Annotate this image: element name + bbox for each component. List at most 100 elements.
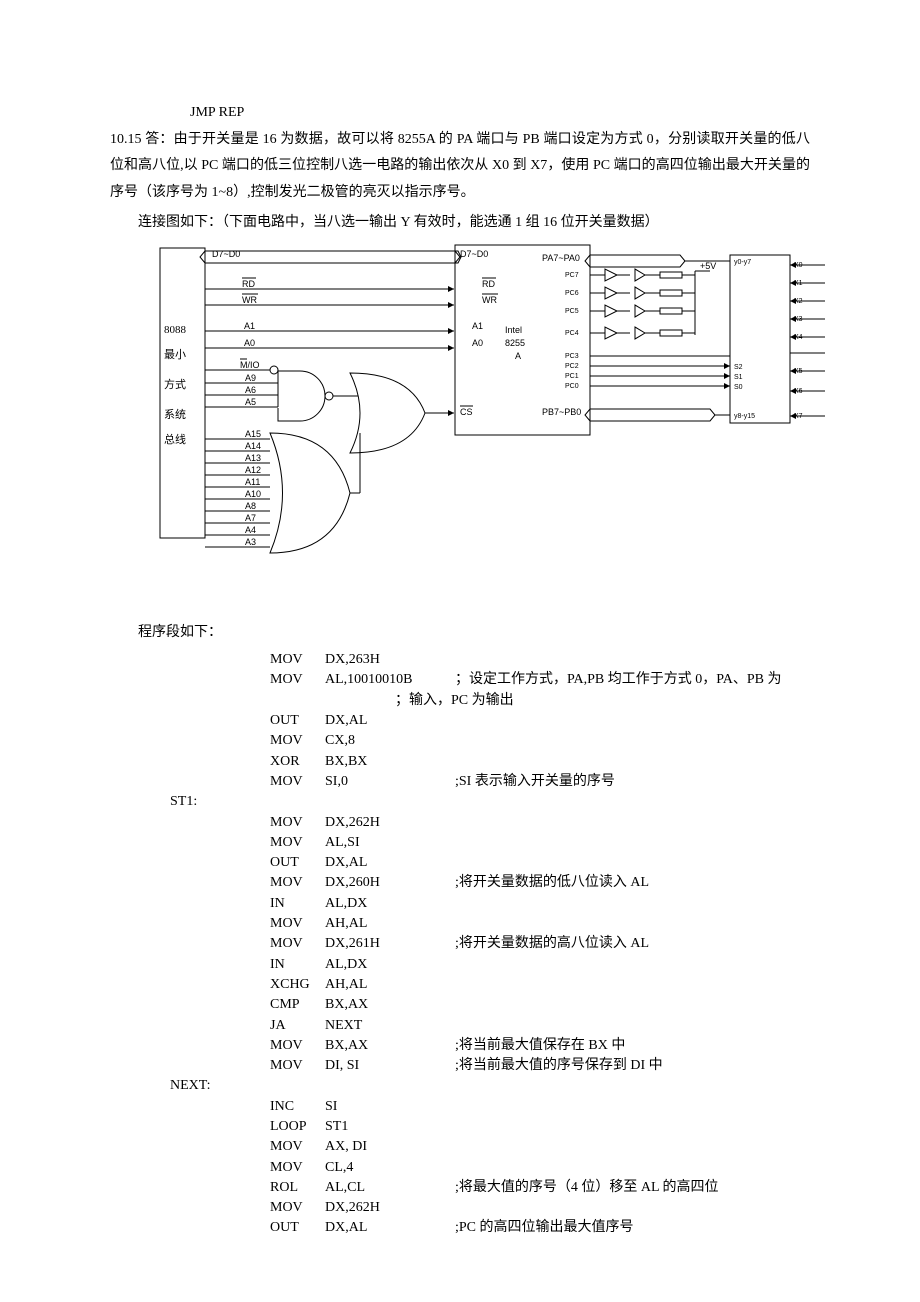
svg-text:A3: A3 [245, 537, 256, 547]
code-label: ST1: [170, 792, 230, 812]
code-comment [455, 1158, 810, 1178]
code-arg: AX, DI [325, 1137, 455, 1157]
code-comment: ;将最大值的序号（4 位）移至 AL 的高四位 [455, 1178, 810, 1198]
code-op: MOV [270, 1036, 325, 1056]
code-arg: AL,DX [325, 955, 455, 975]
code-line: ；输入，PC 为输出 [110, 691, 810, 711]
code-op: MOV [270, 914, 325, 934]
svg-text:A13: A13 [245, 453, 261, 463]
code-arg: NEXT [325, 1016, 455, 1036]
code-line: INC SI [110, 1097, 810, 1117]
code-op: OUT [270, 711, 325, 731]
code-label [110, 934, 170, 954]
code-line: CMPBX,AX [110, 995, 810, 1015]
code-comment [455, 731, 810, 751]
code-comment [455, 894, 810, 914]
code-label [110, 1198, 170, 1218]
code-op: MOV [270, 1198, 325, 1218]
code-line: IN AL,DX [110, 955, 810, 975]
svg-text:A10: A10 [245, 489, 261, 499]
label-a0-right: A0 [472, 338, 483, 348]
code-arg: DX,263H [325, 650, 455, 670]
code-op: JA [270, 1016, 325, 1036]
paragraph-answer: 10.15 答：由于开关量是 16 为数据，故可以将 8255A 的 PA 端口… [110, 127, 810, 207]
code-label [110, 1158, 170, 1178]
code-op: OUT [270, 853, 325, 873]
svg-text:S1: S1 [734, 374, 743, 381]
code-label [110, 752, 170, 772]
code-line: MOV DX,262H [110, 1198, 810, 1218]
code-label [110, 833, 170, 853]
label-rd-right: RD [482, 279, 495, 289]
code-arg: SI [325, 1097, 455, 1117]
code-arg: CX,8 [325, 731, 455, 751]
label-pb: PB7~PB0 [542, 407, 581, 417]
code-label [110, 1218, 170, 1238]
code-arg: BX,AX [325, 995, 455, 1015]
code-comment: ;将当前最大值保存在 BX 中 [455, 1036, 810, 1056]
code-comment [455, 1117, 810, 1137]
addr-group-low: A15 A14 A13 A12 A11 A10 A8 A7 A4 A3 [245, 429, 261, 547]
code-op: OUT [270, 1218, 325, 1238]
label-mode: 方式 [164, 377, 186, 391]
code-op: IN [270, 894, 325, 914]
code-label [110, 1056, 170, 1076]
svg-text:A14: A14 [245, 441, 261, 451]
code-arg: DX,262H [325, 1198, 455, 1218]
code-op: INC [270, 1097, 325, 1117]
label-wr-right: WR [482, 295, 497, 305]
code-label [110, 914, 170, 934]
svg-text:A8: A8 [245, 501, 256, 511]
code-op: MOV [270, 934, 325, 954]
code-line: MOVSI,0;SI 表示输入开关量的序号 [110, 772, 810, 792]
code-label [110, 995, 170, 1015]
label-cs: CS [460, 407, 473, 417]
code-label [110, 1036, 170, 1056]
label-chip-2: 8255 [505, 338, 525, 348]
code-comment [455, 853, 810, 873]
code-op: MOV [270, 731, 325, 751]
paragraph-diagram-intro: 连接图如下：（下面电路中，当八选一输出 Y 有效时，能选通 1 组 16 位开关… [110, 210, 810, 237]
svg-text:A15: A15 [245, 429, 261, 439]
label-a6: A6 [245, 385, 256, 395]
code-comment: ;将开关量数据的低八位读入 AL [455, 873, 810, 893]
code-comment: ;SI 表示输入开关量的序号 [455, 772, 810, 792]
label-a5: A5 [245, 397, 256, 407]
code-op: XOR [270, 752, 325, 772]
label-wr-left: WR [242, 295, 257, 305]
code-line: XORBX,BX [110, 752, 810, 772]
code-line: MOVDX,262H [110, 813, 810, 833]
svg-text:PC4: PC4 [565, 330, 579, 337]
svg-text:PC6: PC6 [565, 290, 579, 297]
code-line: OUTDX,AL [110, 853, 810, 873]
code-comment [455, 752, 810, 772]
label-a1-right: A1 [472, 321, 483, 331]
svg-text:PC3: PC3 [565, 353, 579, 360]
code-label [110, 1097, 170, 1117]
code-op: MOV [270, 670, 325, 690]
code-arg: BX,AX [325, 1036, 455, 1056]
code-op: MOV [270, 650, 325, 670]
code-arg: AH,AL [325, 975, 455, 995]
assembly-listing: MOVDX,263HMOVAL,10010010B；设定工作方式，PA,PB 均… [110, 650, 810, 1239]
code-label: NEXT: [170, 1076, 230, 1096]
code-line: MOV CX,8 [110, 731, 810, 751]
code-line: OUTDX,AL [110, 711, 810, 731]
svg-text:PC7: PC7 [565, 272, 579, 279]
code-comment [455, 995, 810, 1015]
code-line: OUT DX,AL;PC 的高四位输出最大值序号 [110, 1218, 810, 1238]
code-arg: DX,AL [325, 711, 455, 731]
code-line: MOVBX,AX;将当前最大值保存在 BX 中 [110, 1036, 810, 1056]
code-line: MOVAL,SI [110, 833, 810, 853]
led-row [590, 269, 695, 281]
code-arg: ST1 [325, 1117, 455, 1137]
code-comment [455, 650, 810, 670]
svg-text:PC0: PC0 [565, 383, 579, 390]
code-comment [455, 711, 810, 731]
code-line: IN AL,DX [110, 894, 810, 914]
code-line: MOVAH,AL [110, 914, 810, 934]
label-chip-3: A [515, 351, 521, 361]
code-comment [455, 813, 810, 833]
label-y-top: y0-y7 [734, 259, 751, 266]
svg-text:S0: S0 [734, 384, 743, 391]
